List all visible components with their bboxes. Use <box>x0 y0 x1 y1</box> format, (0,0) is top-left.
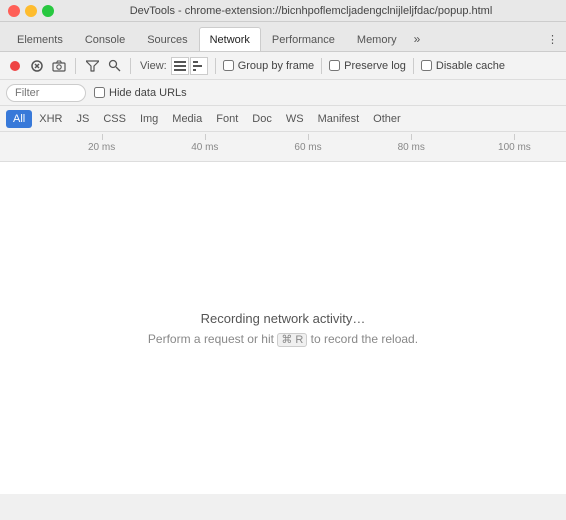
tabs-bar: Elements Console Sources Network Perform… <box>0 22 566 52</box>
toolbar-separator-2 <box>130 58 131 74</box>
type-filter-font[interactable]: Font <box>209 110 245 128</box>
toolbar-separator-5 <box>413 58 414 74</box>
record-icon <box>9 60 21 72</box>
preserve-log-checkbox[interactable] <box>329 60 340 71</box>
recording-text: Recording network activity… <box>201 311 366 326</box>
waterfall-icon <box>193 61 205 71</box>
titlebar: DevTools - chrome-extension://bicnhpofle… <box>0 0 566 22</box>
timeline-tick-4: 100 ms <box>463 142 566 153</box>
view-label: View: <box>140 60 167 72</box>
camera-button[interactable] <box>50 57 68 75</box>
devtools-settings-icon[interactable]: ⋮ <box>539 28 566 51</box>
tab-console[interactable]: Console <box>74 27 136 51</box>
filter-input[interactable] <box>6 84 86 102</box>
type-filter-xhr[interactable]: XHR <box>32 110 69 128</box>
recording-subtext-before: Perform a request or hit <box>148 332 277 346</box>
view-waterfall-button[interactable] <box>190 57 208 75</box>
type-filter-ws[interactable]: WS <box>279 110 311 128</box>
recording-subtext-after: to record the reload. <box>311 332 418 346</box>
type-filter-row: All XHR JS CSS Img Media Font Doc WS Man… <box>0 106 566 132</box>
type-filter-doc[interactable]: Doc <box>245 110 279 128</box>
close-button[interactable] <box>8 5 20 17</box>
network-toolbar: View: Group by frame Preserve log Disabl… <box>0 52 566 80</box>
type-filter-js[interactable]: JS <box>69 110 96 128</box>
type-filter-css[interactable]: CSS <box>96 110 133 128</box>
type-filter-img[interactable]: Img <box>133 110 165 128</box>
toolbar-separator-3 <box>215 58 216 74</box>
view-list-button[interactable] <box>171 57 189 75</box>
recording-subtext: Perform a request or hit ⌘ R to record t… <box>148 332 418 346</box>
record-button[interactable] <box>6 57 24 75</box>
group-by-frame-checkbox[interactable] <box>223 60 234 71</box>
hide-data-urls-checkbox[interactable] <box>94 87 105 98</box>
timeline-tick-3: 80 ms <box>360 142 463 153</box>
timeline-header: 20 ms 40 ms 60 ms 80 ms 100 ms <box>0 132 566 162</box>
list-view-icon <box>174 61 186 71</box>
stop-icon <box>31 60 43 72</box>
search-icon <box>108 59 121 72</box>
timeline-tick-2: 60 ms <box>256 142 359 153</box>
type-filter-media[interactable]: Media <box>165 110 209 128</box>
toolbar-separator <box>75 58 76 74</box>
group-by-frame-label[interactable]: Group by frame <box>223 60 314 72</box>
view-toggle-group <box>171 57 208 75</box>
disable-cache-label[interactable]: Disable cache <box>421 60 505 72</box>
minimize-button[interactable] <box>25 5 37 17</box>
keyboard-shortcut: ⌘ R <box>277 333 307 347</box>
maximize-button[interactable] <box>42 5 54 17</box>
window-controls <box>8 5 54 17</box>
search-button[interactable] <box>105 57 123 75</box>
tab-sources[interactable]: Sources <box>136 27 198 51</box>
tab-network[interactable]: Network <box>199 27 261 51</box>
preserve-log-label[interactable]: Preserve log <box>329 60 406 72</box>
filter-icon <box>86 60 99 72</box>
camera-icon <box>52 60 66 72</box>
timeline-tick-1: 40 ms <box>153 142 256 153</box>
filter-row: Hide data URLs <box>0 80 566 106</box>
toolbar-separator-4 <box>321 58 322 74</box>
type-filter-manifest[interactable]: Manifest <box>311 110 367 128</box>
more-tabs-button[interactable]: » <box>408 27 427 51</box>
type-filter-other[interactable]: Other <box>366 110 408 128</box>
hide-data-urls-label[interactable]: Hide data URLs <box>94 87 187 99</box>
timeline-ticks: 20 ms 40 ms 60 ms 80 ms 100 ms <box>0 142 566 157</box>
main-content: Recording network activity… Perform a re… <box>0 162 566 494</box>
tab-performance[interactable]: Performance <box>261 27 346 51</box>
disable-cache-checkbox[interactable] <box>421 60 432 71</box>
type-filter-all[interactable]: All <box>6 110 32 128</box>
tab-memory[interactable]: Memory <box>346 27 408 51</box>
timeline-tick-0: 20 ms <box>50 142 153 153</box>
stop-button[interactable] <box>28 57 46 75</box>
window-title: DevTools - chrome-extension://bicnhpofle… <box>64 5 558 17</box>
tab-elements[interactable]: Elements <box>6 27 74 51</box>
filter-button[interactable] <box>83 57 101 75</box>
